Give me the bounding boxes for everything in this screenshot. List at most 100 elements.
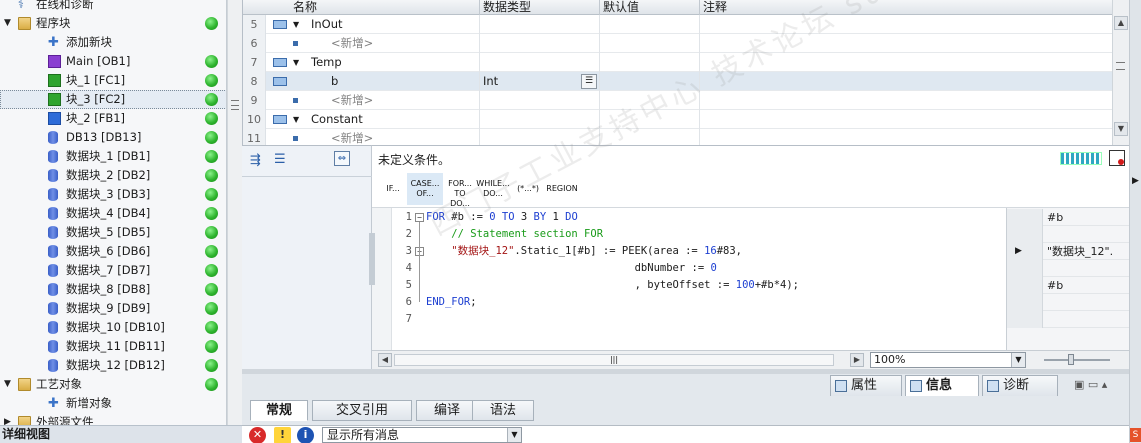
block-interface-table[interactable]: 名称 数据类型 默认值 注释 5 ▼ InOut 6 <新增> 7 ▼ Temp 8 b Int ☰ 9… <box>242 0 1113 148</box>
status-ok-icon <box>205 283 218 296</box>
column-default[interactable]: 默认值 <box>603 0 639 15</box>
project-tree[interactable]: ⚕ 在线和诊断 ▼ 程序块 ✚ 添加新块 Main [OB1] 块_1 [FC1] 块_3 [F… <box>0 0 227 425</box>
horizontal-scrollbar[interactable]: ||| <box>394 354 834 366</box>
inspector-tab[interactable]: 信息 <box>905 375 979 396</box>
scroll-down-icon[interactable]: ▼ <box>1114 122 1128 136</box>
expand-arrow-icon[interactable]: ▼ <box>4 14 11 33</box>
variable-name[interactable]: Constant <box>311 110 363 129</box>
zoom-slider[interactable] <box>1044 354 1110 365</box>
info-filter-icon[interactable]: i <box>297 427 314 443</box>
template-button[interactable]: REGION <box>545 173 579 205</box>
tree-item[interactable]: ▼ 程序块 <box>0 14 226 33</box>
tree-item[interactable]: 数据块_7 [DB7] <box>0 261 226 280</box>
tree-item[interactable]: 数据块_5 [DB5] <box>0 223 226 242</box>
gutter-splitter[interactable] <box>369 233 375 285</box>
project-tree-scrollbar[interactable] <box>227 0 242 425</box>
code-line[interactable]: 1− FOR #b := 0 TO 3 BY 1 DO <box>392 209 1006 226</box>
tree-item[interactable]: ▶ 外部源文件 <box>0 413 226 425</box>
template-button[interactable]: (*...*) <box>512 173 544 205</box>
tree-item[interactable]: 数据块_1 [DB1] <box>0 147 226 166</box>
slider-knob[interactable] <box>1068 354 1074 365</box>
code-line[interactable]: 7 <box>392 311 1006 328</box>
folder-icon <box>18 17 31 30</box>
interface-scrollbar[interactable]: ▲ ▼ <box>1112 0 1129 145</box>
column-comment[interactable]: 注释 <box>703 0 727 15</box>
tree-item[interactable]: 数据块_3 [DB3] <box>0 185 226 204</box>
variable-name[interactable]: b <box>331 72 338 91</box>
tree-item[interactable]: 数据块_8 [DB8] <box>0 280 226 299</box>
tree-item[interactable]: 数据块_9 [DB9] <box>0 299 226 318</box>
message-filter-select[interactable]: 显示所有消息 ▼ <box>322 427 522 443</box>
tree-item-label: 数据块_9 [DB9] <box>66 301 151 315</box>
interface-row[interactable]: 7 ▼ Temp <box>243 53 1113 72</box>
error-filter-icon[interactable]: ✕ <box>249 427 266 443</box>
code-line[interactable]: 3− "数据块_12".Static_1[#b] := PEEK(area :=… <box>392 243 1006 260</box>
collapse-arrow-icon[interactable]: ▶ <box>4 413 11 425</box>
tree-item[interactable]: 数据块_4 [DB4] <box>0 204 226 223</box>
fit-width-icon[interactable]: ⇔ <box>334 151 350 166</box>
tree-item[interactable]: 数据块_6 [DB6] <box>0 242 226 261</box>
tree-item[interactable]: 数据块_11 [DB11] <box>0 337 226 356</box>
template-button[interactable]: CASE... OF... <box>407 173 443 205</box>
column-name[interactable]: 名称 <box>293 0 317 15</box>
tree-item[interactable]: 数据块_12 [DB12] <box>0 356 226 375</box>
scroll-right-icon[interactable]: ▶ <box>850 353 864 367</box>
warning-filter-icon[interactable]: ! <box>274 427 291 443</box>
tree-item[interactable]: Main [OB1] <box>0 52 226 71</box>
details-view-header[interactable]: 详细视图 <box>0 425 242 443</box>
interface-row[interactable]: 5 ▼ InOut <box>243 15 1113 34</box>
template-button[interactable]: FOR... TO DO... <box>444 173 476 208</box>
scroll-left-icon[interactable]: ◀ <box>378 353 392 367</box>
variable-datatype[interactable]: Int <box>483 72 498 91</box>
row-number: 6 <box>243 34 266 53</box>
tree-item[interactable]: 数据块_2 [DB2] <box>0 166 226 185</box>
tree-item[interactable]: 块_1 [FC1] <box>0 71 226 90</box>
variable-name[interactable]: InOut <box>311 15 343 34</box>
scroll-up-icon[interactable]: ▲ <box>1114 16 1128 30</box>
tree-item[interactable]: ✚ 新增对象 <box>0 394 226 413</box>
indent-icon[interactable]: ⇶ <box>250 153 261 168</box>
inspector-subtab[interactable]: 交叉引用 <box>312 400 412 421</box>
scl-code-editor[interactable]: 1− FOR #b := 0 TO 3 BY 1 DO 2 // Statement… <box>392 208 1006 350</box>
code-line[interactable]: 4 dbNumber := 0 <box>392 260 1006 277</box>
window-layout-icon[interactable]: ▣ ▭ ▴ <box>1074 378 1107 391</box>
monitor-value-pane: #b ▶ "数据块_12". #b <box>1006 208 1141 350</box>
tree-item[interactable]: DB13 [DB13] <box>0 128 226 147</box>
template-button[interactable]: WHILE... DO... <box>476 173 510 205</box>
tree-item[interactable]: ⚕ 在线和诊断 <box>0 0 226 14</box>
inspector-tab[interactable]: 诊断 <box>982 375 1058 396</box>
breakpoint-icon[interactable] <box>1109 150 1125 166</box>
datatype-picker-icon[interactable]: ☰ <box>581 74 597 89</box>
fold-toggle-icon[interactable]: − <box>415 213 424 222</box>
template-button[interactable]: IF... <box>380 173 406 205</box>
interface-row[interactable]: 10 ▼ Constant <box>243 110 1113 129</box>
interface-row[interactable]: 6 <新增> <box>243 34 1113 53</box>
inspector-subtab[interactable]: 编译 <box>416 400 478 421</box>
zoom-select[interactable]: 100% ▼ <box>870 352 1026 368</box>
column-datatype[interactable]: 数据类型 <box>483 0 531 15</box>
expand-arrow-icon[interactable]: ▼ <box>4 375 11 394</box>
expand-arrow-icon[interactable]: ▼ <box>293 110 299 129</box>
code-line[interactable]: 5 , byteOffset := 100+#b*4); <box>392 277 1006 294</box>
tree-item[interactable]: ▼ 工艺对象 <box>0 375 226 394</box>
task-card-strip[interactable]: ▶ S <box>1129 0 1141 443</box>
variable-name[interactable]: Temp <box>311 53 342 72</box>
tree-item[interactable]: ✚ 添加新块 <box>0 33 226 52</box>
variable-name[interactable]: <新增> <box>331 91 373 110</box>
expand-arrow-icon[interactable]: ▼ <box>293 53 299 72</box>
chevron-right-icon[interactable]: ▶ <box>1130 176 1141 190</box>
inspector-subtab[interactable]: 语法 <box>472 400 534 421</box>
variable-name[interactable]: <新增> <box>331 34 373 53</box>
interface-row[interactable]: 9 <新增> <box>243 91 1113 110</box>
list-icon[interactable]: ☰ <box>274 152 286 167</box>
inspector-subtab[interactable]: 常规 <box>250 400 308 421</box>
tree-item[interactable]: 数据块_10 [DB10] <box>0 318 226 337</box>
tree-item[interactable]: 块_2 [FB1] <box>0 109 226 128</box>
tree-item[interactable]: 块_3 [FC2] <box>0 90 226 109</box>
interface-row[interactable]: 8 b Int ☰ <box>243 72 1113 91</box>
code-line[interactable]: 2 // Statement section FOR <box>392 226 1006 243</box>
inspector-tab[interactable]: 属性 <box>830 375 902 396</box>
code-line[interactable]: 6 END_FOR; <box>392 294 1006 311</box>
message-filter-bar: ✕ ! i 显示所有消息 ▼ <box>242 425 1141 443</box>
expand-arrow-icon[interactable]: ▼ <box>293 15 299 34</box>
